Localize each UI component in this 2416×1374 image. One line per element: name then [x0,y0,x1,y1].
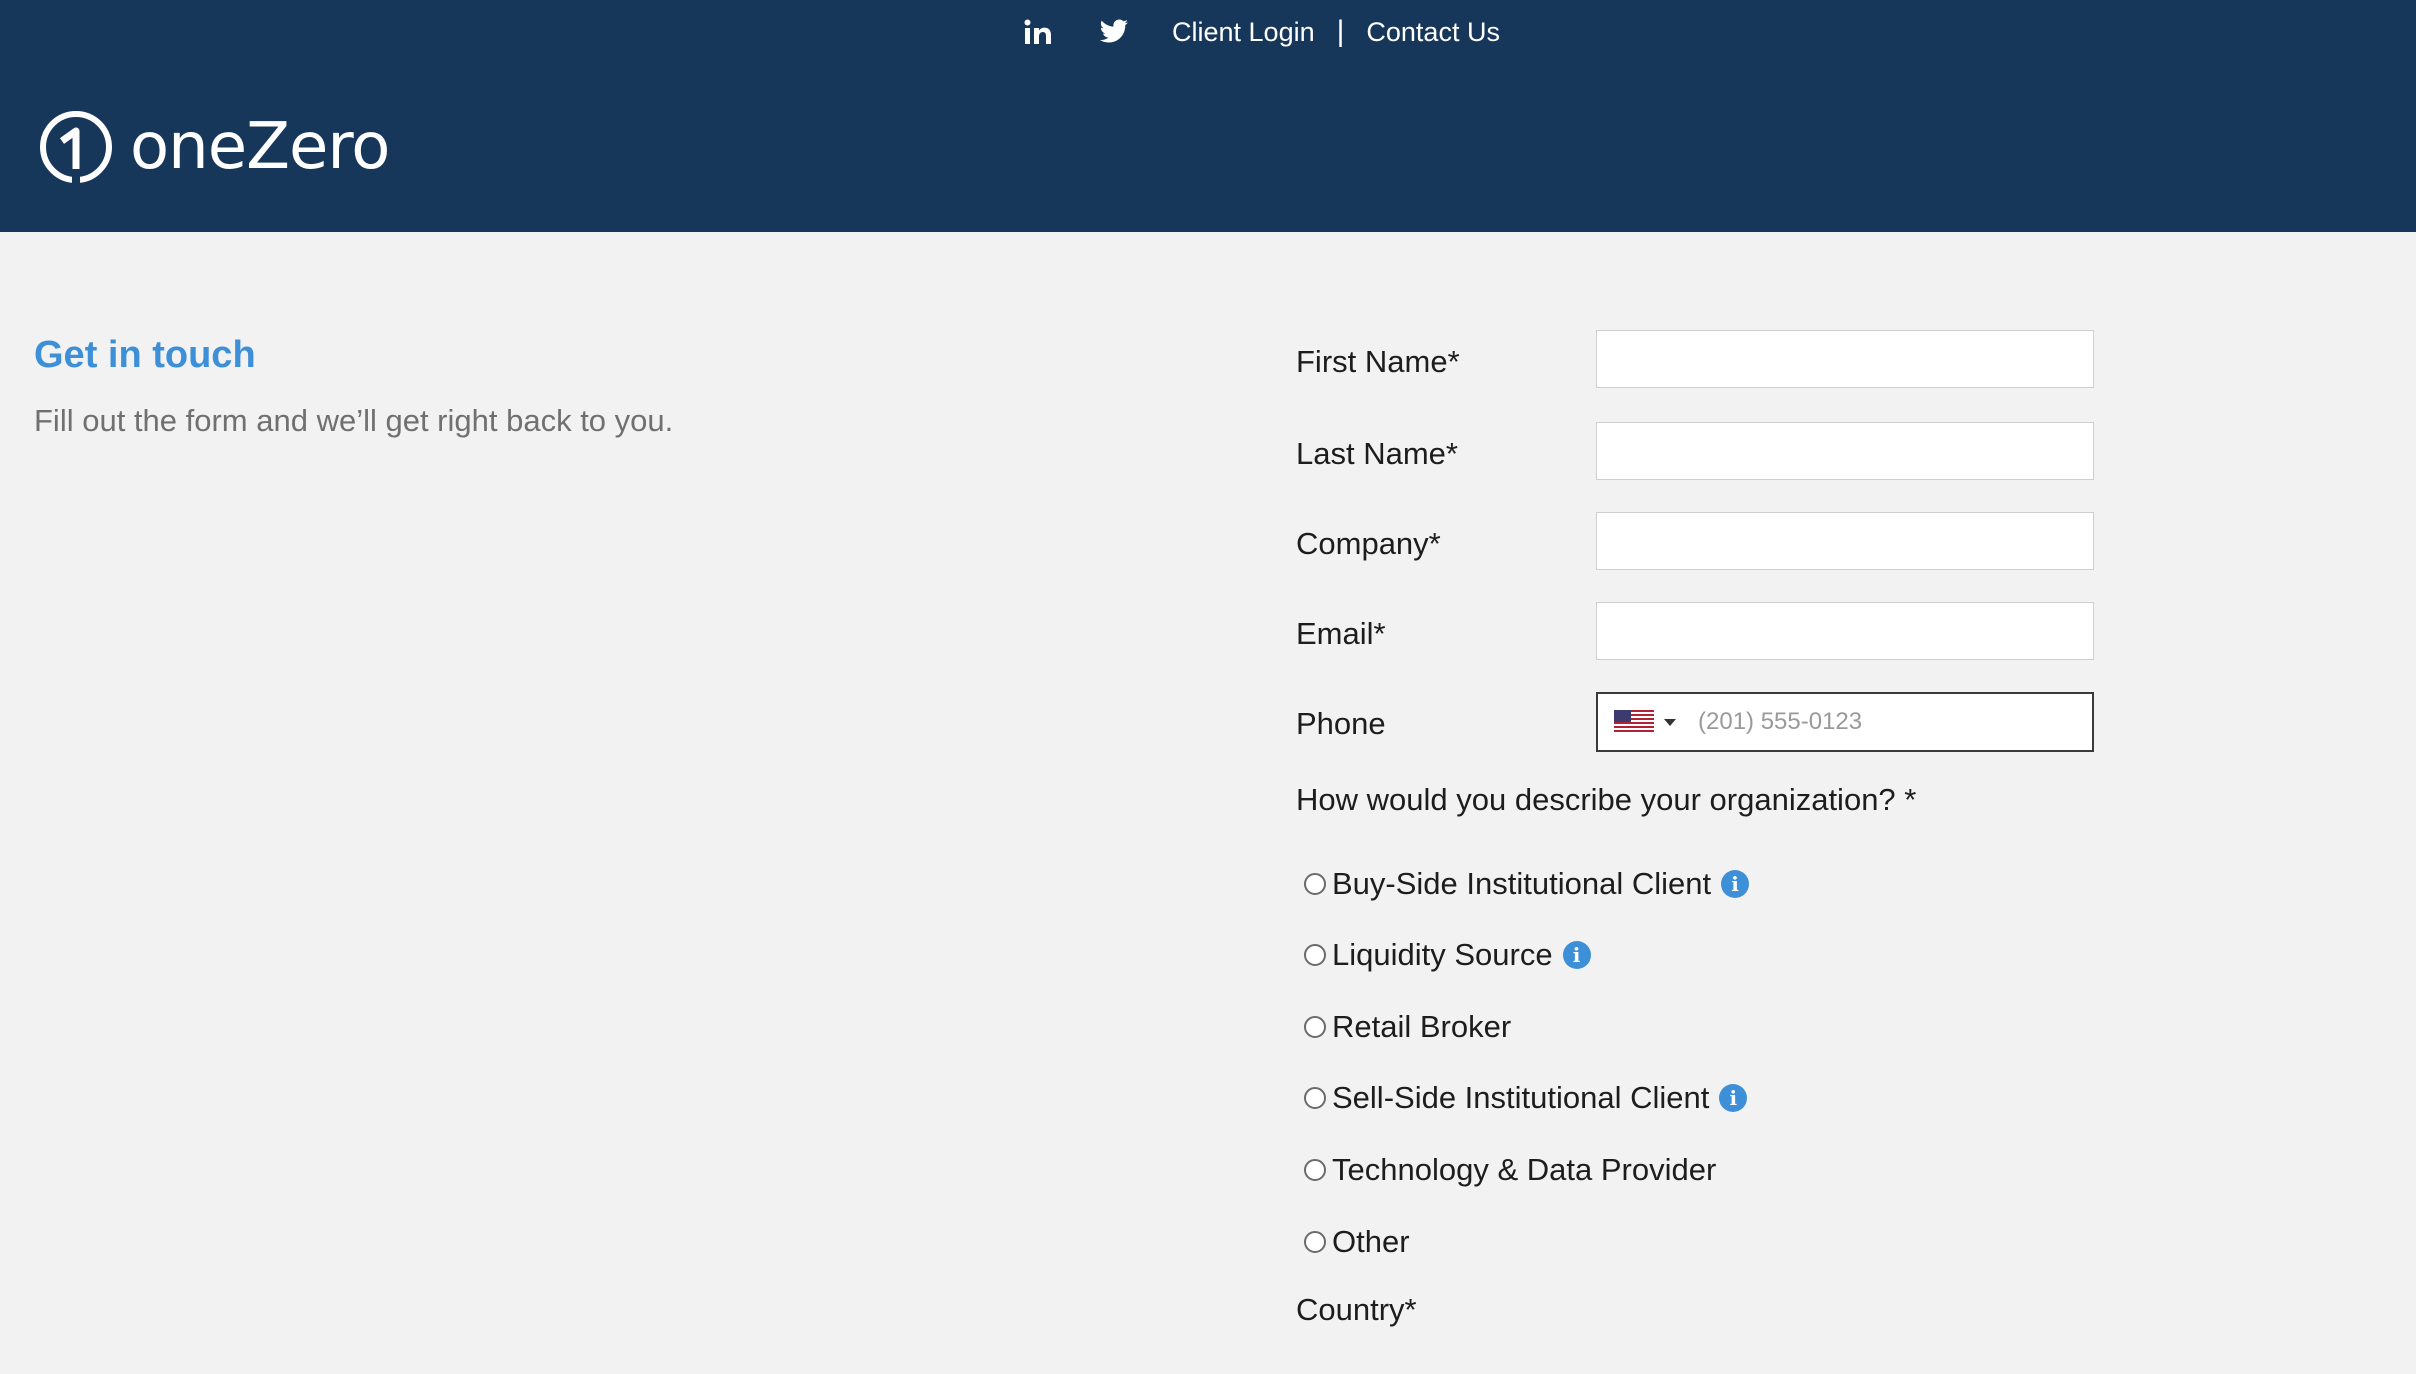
last-name-label: Last Name* [1296,436,1458,471]
page-title: Get in touch [34,334,256,376]
org-option-other[interactable]: Other [1304,1220,1410,1264]
org-option-label: Other [1332,1224,1410,1259]
chevron-down-icon [1664,718,1676,726]
contact-us-link[interactable]: Contact Us [1366,17,1500,48]
nav-separator: | [1336,15,1345,48]
radio-button[interactable] [1304,873,1326,895]
phone-label: Phone [1296,706,1386,741]
first-name-label: First Name* [1296,344,1460,379]
onezero-logo-icon [40,111,112,185]
site-header: Client Login | Contact Us oneZero [0,0,2416,232]
linkedin-icon[interactable] [1020,14,1056,50]
info-icon[interactable]: i [1721,870,1750,898]
org-option-label: Sell-Side Institutional Client [1332,1080,1710,1115]
org-option-liquidity-source[interactable]: Liquidity Source i [1304,933,1591,977]
org-option-label: Liquidity Source [1332,937,1553,972]
radio-button[interactable] [1304,1016,1326,1038]
org-option-technology-data[interactable]: Technology & Data Provider [1304,1148,1716,1192]
first-name-row: First Name* [1296,330,2096,390]
org-option-label: Retail Broker [1332,1009,1512,1044]
radio-button[interactable] [1304,1087,1326,1109]
email-label: Email* [1296,616,1386,651]
company-row: Company* [1296,512,2096,572]
country-code-dropdown[interactable] [1598,694,1688,750]
radio-button[interactable] [1304,1231,1326,1253]
phone-input[interactable] [1688,693,2092,751]
org-option-buy-side[interactable]: Buy-Side Institutional Client i [1304,862,1750,906]
company-input[interactable] [1596,512,2094,570]
brand-logo[interactable]: oneZero [38,105,390,189]
top-nav: Client Login | Contact Us [1020,8,1500,56]
org-option-sell-side[interactable]: Sell-Side Institutional Client i [1304,1076,1748,1120]
last-name-input[interactable] [1596,422,2094,480]
radio-button[interactable] [1304,944,1326,966]
twitter-icon[interactable] [1096,14,1132,50]
phone-row: Phone [1296,692,2096,752]
org-option-label: Technology & Data Provider [1332,1152,1717,1187]
email-row: Email* [1296,602,2096,662]
organization-question: How would you describe your organization… [1296,782,1917,817]
country-label: Country* [1296,1292,1417,1327]
info-icon[interactable]: i [1562,941,1591,969]
company-label: Company* [1296,526,1441,561]
radio-button[interactable] [1304,1159,1326,1181]
us-flag-icon [1614,710,1654,734]
client-login-link[interactable]: Client Login [1172,17,1315,48]
brand-wordmark: oneZero [130,110,390,184]
phone-field [1596,692,2094,752]
first-name-input[interactable] [1596,330,2094,388]
last-name-row: Last Name* [1296,422,2096,482]
org-option-label: Buy-Side Institutional Client [1332,866,1712,901]
info-icon[interactable]: i [1719,1084,1748,1112]
email-input[interactable] [1596,602,2094,660]
page-subtitle: Fill out the form and we’ll get right ba… [34,403,674,438]
org-option-retail-broker[interactable]: Retail Broker [1304,1005,1511,1049]
